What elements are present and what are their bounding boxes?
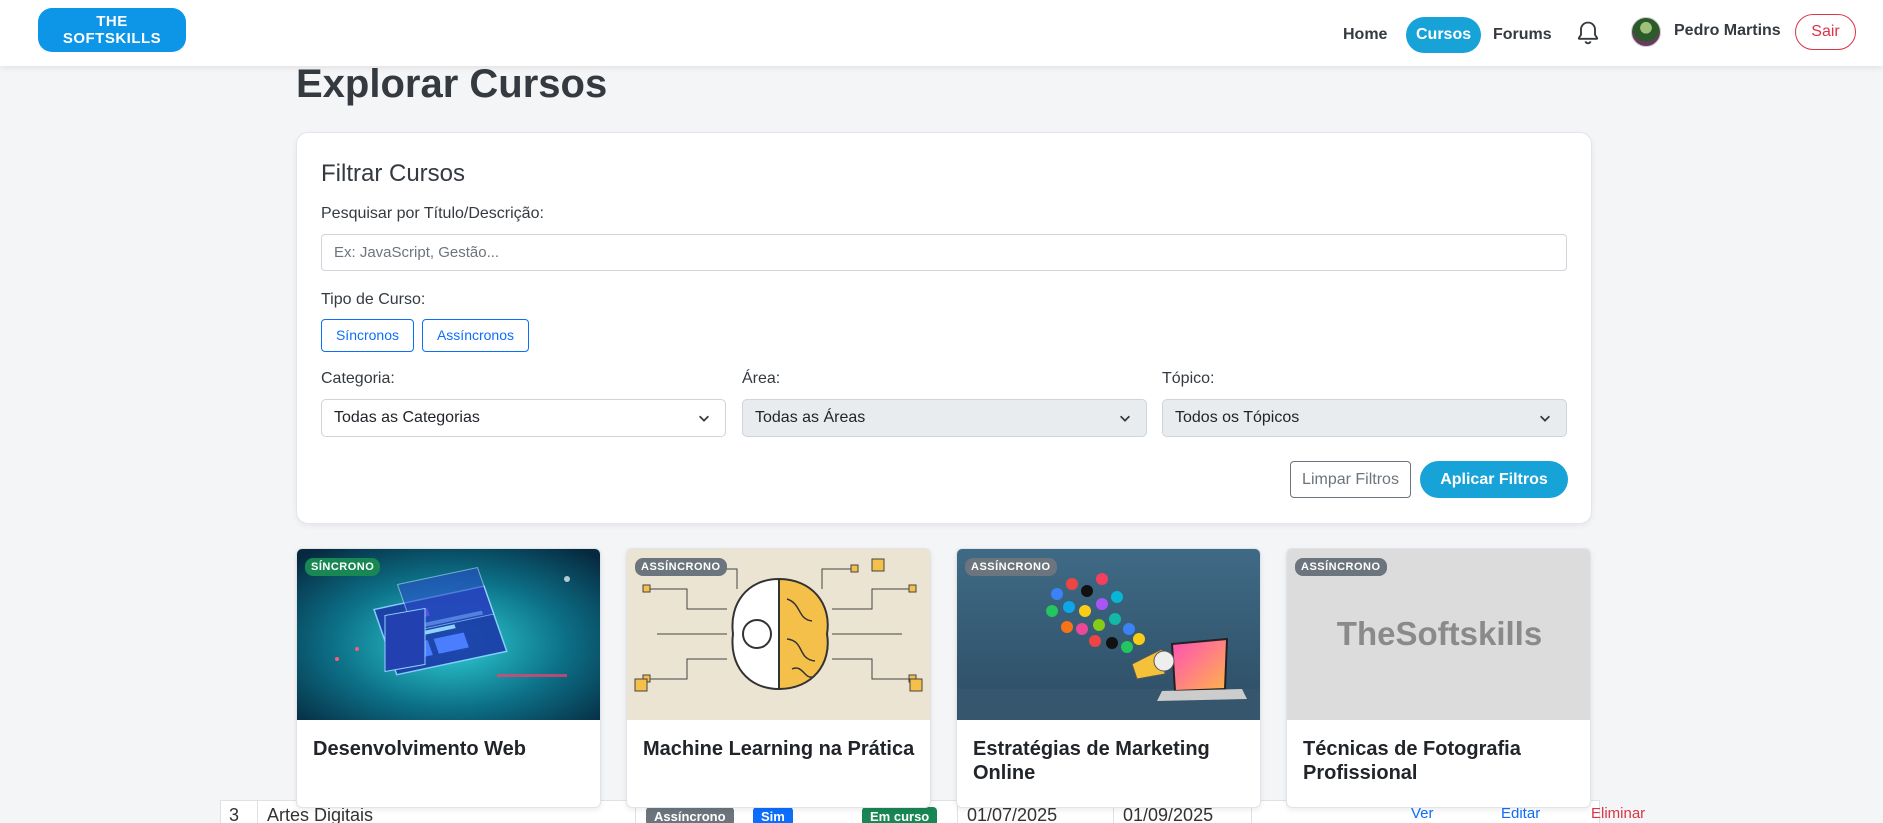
bell-icon[interactable] — [1574, 18, 1602, 48]
clear-filters-button[interactable]: Limpar Filtros — [1290, 461, 1411, 498]
topic-select-value: Todos os Tópicos — [1175, 409, 1300, 426]
nav-link-cursos[interactable]: Cursos — [1406, 17, 1482, 53]
topic-select[interactable]: Todos os Tópicos — [1162, 399, 1567, 437]
course-type-badge: ASSÍNCRONO — [635, 558, 727, 576]
category-label: Categoria: — [321, 370, 395, 387]
page-title: Explorar Cursos — [296, 62, 608, 106]
course-type-label: Tipo de Curso: — [321, 291, 426, 308]
row-delete-link[interactable]: Eliminar — [1591, 805, 1645, 822]
row-status-badge: Em curso — [862, 807, 938, 823]
logo-line-2: SOFTSKILLS — [62, 30, 162, 47]
course-title[interactable]: Machine Learning na Prática — [643, 737, 916, 761]
row-flag-badge: Sim — [753, 807, 793, 823]
topic-label: Tópico: — [1162, 370, 1215, 387]
search-label: Pesquisar por Título/Descrição: — [321, 205, 544, 222]
brand-logo[interactable]: THE SOFTSKILLS — [38, 8, 186, 52]
top-navbar: THE SOFTSKILLS Home Cursos Forums Pedro … — [0, 0, 1883, 66]
course-title[interactable]: Desenvolvimento Web — [313, 737, 586, 761]
row-index: 3 — [229, 805, 240, 823]
course-type-badge: ASSÍNCRONO — [965, 558, 1057, 576]
category-select[interactable]: Todas as Categorias — [321, 399, 726, 437]
row-type-badge: Assíncrono — [646, 807, 734, 823]
filter-card-title: Filtrar Cursos — [321, 160, 466, 187]
sync-type-button[interactable]: Síncronos — [321, 319, 414, 352]
thumbnail-placeholder-text: TheSoftskills — [1336, 615, 1543, 652]
course-title[interactable]: Técnicas de Fotografia Profissional — [1303, 737, 1576, 785]
course-title[interactable]: Estratégias de Marketing Online — [973, 737, 1246, 785]
area-select[interactable]: Todas as Áreas — [742, 399, 1147, 437]
scrollbar[interactable] — [1874, 66, 1883, 823]
async-type-button[interactable]: Assíncronos — [422, 319, 529, 352]
chevron-down-icon — [1540, 415, 1550, 422]
avatar[interactable] — [1631, 17, 1661, 47]
logout-button[interactable]: Sair — [1795, 14, 1856, 50]
user-name[interactable]: Pedro Martins — [1674, 22, 1781, 40]
nav-link-home[interactable]: Home — [1333, 17, 1397, 53]
course-card[interactable]: ASSÍNCRONO Estratégias de Marketing Onli… — [956, 548, 1261, 808]
category-select-value: Todas as Categorias — [334, 409, 480, 426]
course-type-badge: ASSÍNCRONO — [1295, 558, 1387, 576]
course-card[interactable]: ASSÍNCRONO Machine Learning na Prática — [626, 548, 931, 808]
logo-line-1: THE — [96, 13, 128, 30]
course-card[interactable]: SÍNCRONO Desenvolvimento Web — [296, 548, 601, 808]
area-label: Área: — [742, 370, 781, 387]
area-select-value: Todas as Áreas — [755, 409, 866, 426]
chevron-down-icon — [699, 415, 709, 422]
course-type-badge: SÍNCRONO — [305, 558, 381, 576]
search-input[interactable] — [321, 234, 1567, 271]
course-card[interactable]: TheSoftskills ASSÍNCRONO Técnicas de Fot… — [1286, 548, 1591, 808]
chevron-down-icon — [1120, 415, 1130, 422]
filter-card: Filtrar Cursos Pesquisar por Título/Desc… — [296, 132, 1592, 524]
nav-link-forums[interactable]: Forums — [1483, 17, 1562, 53]
apply-filters-button[interactable]: Aplicar Filtros — [1420, 461, 1568, 498]
